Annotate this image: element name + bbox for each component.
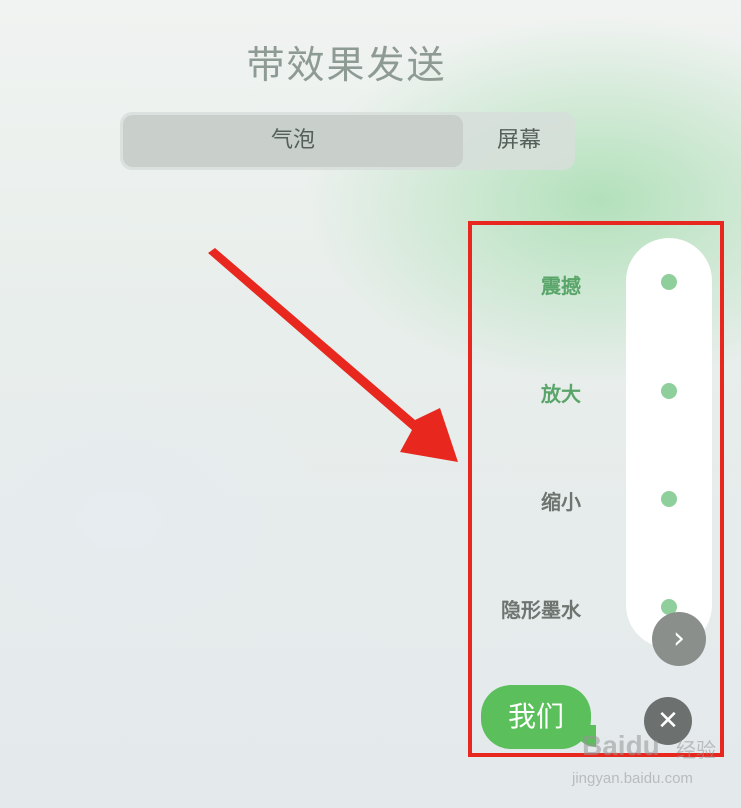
watermark-brand: Baidu	[582, 730, 660, 761]
watermark-url: jingyan.baidu.com	[572, 770, 693, 787]
watermark-brand-cn: 经验	[676, 738, 716, 762]
annotation-arrow-shape	[208, 248, 458, 462]
annotation-highlight-box	[468, 221, 724, 757]
watermark: Baidu 经验 jingyan.baidu.com	[572, 730, 732, 790]
